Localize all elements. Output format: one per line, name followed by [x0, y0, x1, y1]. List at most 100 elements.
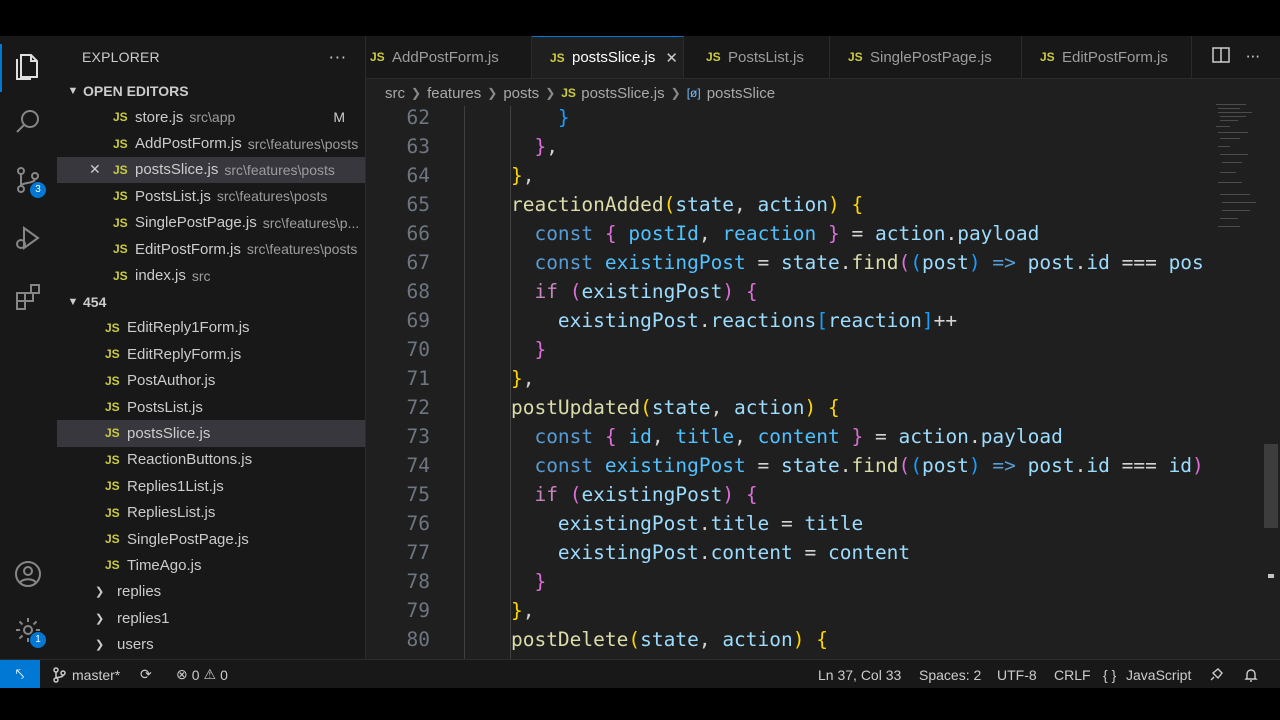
js-file-icon: JS	[113, 162, 128, 177]
open-editor-item[interactable]: JS AddPostForm.js src\features\posts	[57, 130, 365, 156]
git-branch-icon	[53, 666, 66, 683]
explorer-title: EXPLORER	[82, 49, 160, 65]
breadcrumb-item[interactable]: src	[385, 85, 405, 102]
language-mode[interactable]: JavaScript	[1126, 660, 1191, 688]
file-tree: JS EditReply1Form.js JS EditReplyForm.js J…	[57, 315, 365, 579]
files-icon[interactable]	[12, 50, 44, 82]
folder-item[interactable]: ❯ replies1	[57, 605, 365, 631]
problems-indicator[interactable]: ⊗ 0 ⚠ 0	[176, 660, 228, 688]
open-editor-item[interactable]: JS index.js src	[57, 262, 365, 288]
account-icon[interactable]	[12, 558, 44, 590]
more-actions-icon[interactable]: ···	[329, 48, 347, 67]
file-name: RepliesList.js	[127, 504, 216, 522]
breadcrumb-item[interactable]: posts	[503, 85, 539, 102]
tab-addpostform[interactable]: JS AddPostForm.js	[366, 36, 532, 78]
line-number: 63	[406, 135, 430, 158]
indentation[interactable]: Spaces: 2	[919, 660, 981, 688]
breadcrumb-item[interactable]: postsSlice.js	[581, 85, 664, 102]
breadcrumb-item[interactable]: features	[427, 85, 481, 102]
js-file-icon: JS	[113, 242, 128, 257]
code-line: 78 }	[366, 567, 1226, 596]
vertical-scrollbar[interactable]	[1264, 444, 1278, 528]
settings-gear-icon[interactable]: 1	[12, 614, 46, 648]
file-name: PostsList.js	[135, 187, 211, 205]
line-number: 73	[406, 425, 430, 448]
file-name: Replies1List.js	[127, 477, 224, 495]
code-editor[interactable]: 62 } 63 }, 64 }, 65 reactionAdded(state,…	[366, 106, 1266, 659]
folder-header[interactable]: ▼ 454	[57, 289, 365, 315]
tab-editpostform[interactable]: JS EditPostForm.js	[1022, 36, 1192, 78]
file-name: index.js	[135, 267, 186, 285]
code-text: },	[510, 367, 535, 390]
file-item[interactable]: JS SinglePostPage.js	[57, 526, 365, 552]
code-line: 74 const existingPost = state.find((post…	[366, 451, 1226, 480]
file-item[interactable]: JS PostAuthor.js	[57, 368, 365, 394]
code-text: }	[534, 570, 547, 593]
line-ending[interactable]: CRLF	[1054, 660, 1091, 688]
search-icon[interactable]	[12, 106, 44, 138]
folder-item[interactable]: ❯ replies	[57, 579, 365, 605]
code-line: 68 if (existingPost) {	[366, 277, 1226, 306]
line-number: 80	[406, 628, 430, 651]
file-item[interactable]: JS EditReplyForm.js	[57, 341, 365, 367]
extensions-icon[interactable]	[12, 280, 44, 312]
file-name: EditPostForm.js	[135, 240, 241, 258]
code-text: const existingPost = state.find((post) =…	[534, 251, 1204, 274]
open-editor-item[interactable]: JS PostsList.js src\features\posts	[57, 183, 365, 209]
js-file-icon: JS	[113, 268, 128, 283]
tab-singlepostpage[interactable]: JS SinglePostPage.js	[830, 36, 1022, 78]
folder-item[interactable]: ❯ users	[57, 631, 365, 657]
js-file-icon: JS	[105, 558, 120, 573]
split-editor-icon[interactable]	[1211, 47, 1230, 67]
remote-indicator-icon[interactable]: ⤣	[0, 660, 40, 688]
line-number: 70	[406, 338, 430, 361]
line-number: 72	[406, 396, 430, 419]
cursor-position[interactable]: Ln 37, Col 33	[818, 660, 901, 688]
line-number: 67	[406, 251, 430, 274]
open-editors-label: OPEN EDITORS	[83, 83, 189, 99]
js-file-icon: JS	[105, 532, 120, 547]
more-actions-icon[interactable]: ···	[1246, 48, 1260, 66]
code-line: 73 const { id, title, content } = action…	[366, 422, 1226, 451]
file-item[interactable]: JS PostsList.js	[57, 394, 365, 420]
code-line: 64 },	[366, 161, 1226, 190]
tab-postslist[interactable]: JS PostsList.js	[684, 36, 830, 78]
close-icon[interactable]: ✕	[89, 161, 101, 178]
line-number: 74	[406, 454, 430, 477]
minimap[interactable]	[1210, 102, 1262, 232]
file-item[interactable]: JS TimeAgo.js	[57, 552, 365, 578]
open-editor-item-active[interactable]: ✕ JS postsSlice.js src\features\posts	[57, 156, 365, 184]
file-name: PostAuthor.js	[127, 372, 216, 390]
feedback-icon[interactable]	[1208, 660, 1224, 688]
file-item[interactable]: JS RepliesList.js	[57, 499, 365, 525]
code-line: 79 },	[366, 596, 1226, 625]
source-control-icon[interactable]: 3	[12, 164, 46, 198]
open-editor-item[interactable]: JS EditPostForm.js src\features\posts	[57, 236, 365, 262]
code-line: 71 },	[366, 364, 1226, 393]
code-line: 70 }	[366, 335, 1226, 364]
branch-indicator[interactable]: master*	[52, 660, 120, 688]
close-icon[interactable]: ✕	[665, 49, 678, 67]
js-file-icon: JS	[105, 320, 120, 335]
open-editor-item[interactable]: JS SinglePostPage.js src\features\p...	[57, 210, 365, 236]
file-name: SinglePostPage.js	[135, 214, 257, 232]
modified-badge: M	[333, 109, 345, 126]
breadcrumb-item[interactable]: postsSlice	[707, 85, 775, 102]
sync-icon[interactable]: ⟳	[140, 660, 152, 688]
notifications-bell-icon[interactable]	[1243, 660, 1259, 688]
run-debug-icon[interactable]	[12, 222, 44, 254]
error-count: 0	[191, 666, 200, 683]
file-item[interactable]: JS Replies1List.js	[57, 473, 365, 499]
js-file-icon: JS	[113, 110, 128, 125]
tab-postsslice[interactable]: JS postsSlice.js ✕	[532, 36, 684, 78]
chevron-right-icon: ❯	[95, 612, 105, 625]
js-file-icon: JS	[105, 373, 120, 388]
tab-label: EditPostForm.js	[1062, 48, 1168, 66]
file-item[interactable]: JS ReactionButtons.js	[57, 447, 365, 473]
file-item-active[interactable]: JS postsSlice.js	[57, 420, 365, 447]
encoding[interactable]: UTF-8	[997, 660, 1037, 688]
file-path: src\features\posts	[224, 161, 335, 178]
file-item[interactable]: JS EditReply1Form.js	[57, 315, 365, 341]
open-editors-header[interactable]: ▼ OPEN EDITORS	[57, 78, 365, 104]
open-editor-item[interactable]: JS store.js src\app M	[57, 104, 365, 130]
